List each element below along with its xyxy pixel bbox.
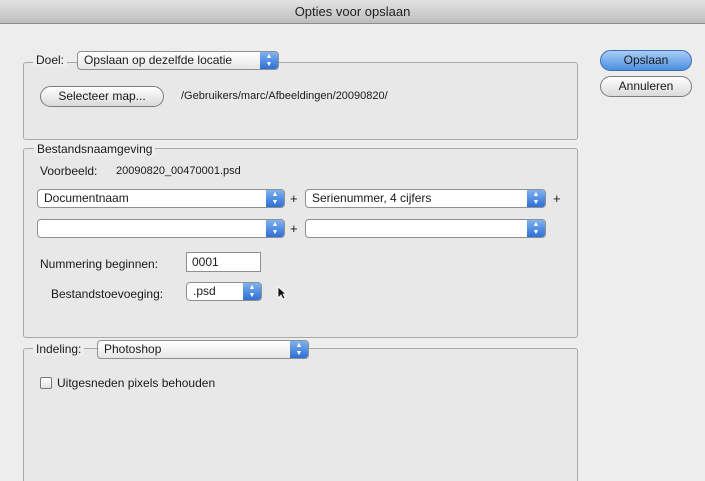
format-select[interactable]: Photoshop ▲ ▼: [97, 340, 309, 359]
updown-arrows-icon: ▲ ▼: [266, 190, 284, 207]
example-label: Voorbeeld:: [40, 164, 98, 178]
format-select-value: Photoshop: [104, 342, 162, 356]
select-folder-button[interactable]: Selecteer map...: [40, 86, 164, 107]
updown-arrows-icon: ▲ ▼: [290, 341, 308, 358]
naming-field-2[interactable]: Serienummer, 4 cijfers ▲ ▼: [305, 189, 546, 208]
extension-select[interactable]: .psd ▲ ▼: [186, 282, 262, 301]
naming-field-1-value: Documentnaam: [44, 191, 129, 205]
keep-pixels-label[interactable]: Uitgesneden pixels behouden: [57, 376, 215, 390]
plus-sign: +: [553, 191, 561, 206]
format-label: Indeling:: [33, 342, 85, 356]
plus-sign: +: [290, 191, 298, 206]
save-options-dialog: Doel: Opslaan op dezelfde locatie ▲ ▼ Sel…: [0, 24, 705, 481]
naming-group: [23, 148, 578, 338]
start-number-label: Nummering beginnen:: [40, 257, 159, 271]
naming-field-1[interactable]: Documentnaam ▲ ▼: [37, 189, 285, 208]
extension-select-value: .psd: [193, 284, 216, 298]
updown-arrows-icon: ▲ ▼: [266, 220, 284, 237]
destination-select-value: Opslaan op dezelfde locatie: [84, 53, 233, 67]
plus-sign: +: [290, 221, 298, 236]
naming-field-3[interactable]: ▲ ▼: [37, 219, 285, 238]
updown-arrows-icon: ▲ ▼: [243, 283, 261, 300]
updown-arrows-icon: ▲ ▼: [527, 190, 545, 207]
updown-arrows-icon: ▲ ▼: [260, 52, 278, 69]
mouse-pointer-icon: [277, 286, 287, 300]
naming-field-4[interactable]: ▲ ▼: [305, 219, 546, 238]
start-number-input[interactable]: 0001: [186, 252, 261, 272]
extension-label: Bestandstoevoeging:: [51, 287, 164, 301]
destination-select[interactable]: Opslaan op dezelfde locatie ▲ ▼: [77, 51, 279, 70]
example-value: 20090820_00470001.psd: [116, 165, 241, 177]
save-button[interactable]: Opslaan: [600, 50, 692, 71]
destination-label: Doel:: [33, 53, 68, 67]
updown-arrows-icon: ▲ ▼: [527, 220, 545, 237]
cancel-button[interactable]: Annuleren: [600, 76, 692, 97]
format-group: [23, 348, 578, 481]
window-title: Opties voor opslaan: [0, 0, 705, 24]
keep-pixels-checkbox[interactable]: [40, 377, 52, 389]
destination-path: /Gebruikers/marc/Afbeeldingen/20090820/: [181, 90, 388, 102]
naming-field-2-value: Serienummer, 4 cijfers: [312, 191, 432, 205]
naming-title: Bestandsnaamgeving: [34, 142, 156, 156]
